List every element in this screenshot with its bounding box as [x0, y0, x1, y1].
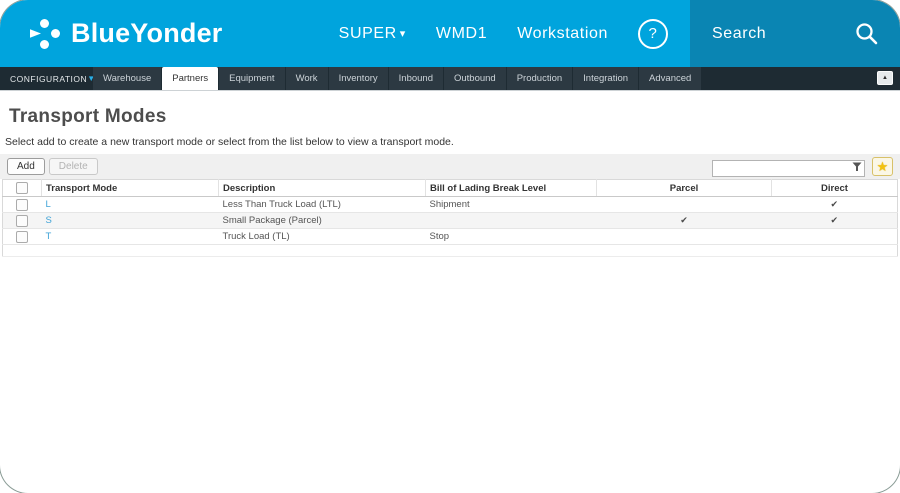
tab-partners[interactable]: Partners: [162, 67, 218, 90]
config-nav: CONFIGURATION ▼ WarehousePartnersEquipme…: [0, 67, 900, 91]
description-cell: Small Package (Parcel): [219, 213, 426, 229]
brand-name: BlueYonder: [71, 18, 223, 49]
filter-funnel-icon[interactable]: [852, 162, 862, 172]
workstation-menu[interactable]: Workstation: [517, 25, 608, 43]
environment-menu[interactable]: WMD1: [436, 25, 487, 43]
bol-break-level-cell: Shipment: [426, 197, 597, 213]
checkmark-icon: ✔: [680, 215, 688, 225]
row-checkbox-cell: [3, 197, 42, 213]
transport-mode-cell: T: [42, 229, 219, 245]
chevron-down-icon: ▾: [400, 28, 406, 40]
tab-production[interactable]: Production: [507, 67, 572, 90]
header-menu: SUPER▾ WMD1 Workstation ?: [339, 19, 668, 49]
grid-toolbar: Add Delete ★: [0, 154, 900, 179]
help-icon[interactable]: ?: [638, 19, 668, 49]
select-all-checkbox[interactable]: [16, 182, 28, 194]
col-bol-break-level: Bill of Lading Break Level: [426, 180, 597, 197]
row-checkbox-cell: [3, 213, 42, 229]
parcel-cell: [597, 197, 772, 213]
tab-advanced[interactable]: Advanced: [639, 67, 701, 90]
table-body: L Less Than Truck Load (LTL)Shipment ✔ S Sma…: [3, 197, 898, 245]
search-icon[interactable]: [855, 22, 878, 45]
tab-integration[interactable]: Integration: [573, 67, 638, 90]
module-select-label: CONFIGURATION: [10, 74, 87, 84]
col-transport-mode: Transport Mode: [42, 180, 219, 197]
table-footer-row: [3, 245, 898, 257]
page-title: Transport Modes: [9, 106, 900, 128]
page-subtitle: Select add to create a new transport mod…: [5, 136, 900, 148]
tab-outbound[interactable]: Outbound: [444, 67, 506, 90]
delete-button[interactable]: Delete: [49, 158, 98, 175]
star-icon: ★: [877, 160, 889, 173]
arrow-up-icon: ▲: [882, 75, 888, 81]
tab-inventory[interactable]: Inventory: [329, 67, 388, 90]
search-label: Search: [712, 25, 766, 43]
row-checkbox-cell: [3, 229, 42, 245]
brand[interactable]: BlueYonder: [30, 18, 223, 49]
transport-mode-link[interactable]: S: [46, 215, 52, 226]
table-row: S Small Package (Parcel) ✔ ✔: [3, 213, 898, 229]
module-select[interactable]: CONFIGURATION ▼: [0, 67, 93, 90]
transport-mode-link[interactable]: T: [46, 231, 52, 242]
collapse-nav-button[interactable]: ▲: [877, 71, 893, 85]
select-all-header: [3, 180, 42, 197]
row-checkbox[interactable]: [16, 231, 28, 243]
checkmark-icon: ✔: [830, 215, 838, 225]
transport-modes-table: Transport Mode Description Bill of Ladin…: [2, 179, 898, 257]
col-description: Description: [219, 180, 426, 197]
row-checkbox[interactable]: [16, 199, 28, 211]
favorite-button[interactable]: ★: [872, 157, 893, 176]
transport-mode-cell: L: [42, 197, 219, 213]
app-window: BlueYonder SUPER▾ WMD1 Workstation ? Sea…: [0, 0, 900, 493]
search-area[interactable]: Search: [690, 0, 900, 67]
direct-cell: [772, 229, 898, 245]
direct-cell: ✔: [772, 197, 898, 213]
col-parcel: Parcel: [597, 180, 772, 197]
transport-mode-link[interactable]: L: [46, 199, 51, 210]
nav-tabs: WarehousePartnersEquipmentWorkInventoryI…: [93, 67, 702, 90]
parcel-cell: ✔: [597, 213, 772, 229]
transport-mode-cell: S: [42, 213, 219, 229]
direct-cell: ✔: [772, 213, 898, 229]
app-header: BlueYonder SUPER▾ WMD1 Workstation ? Sea…: [0, 0, 900, 67]
parcel-cell: [597, 229, 772, 245]
blueyonder-logo-icon: [30, 19, 60, 49]
tab-inbound[interactable]: Inbound: [389, 67, 443, 90]
tab-equipment[interactable]: Equipment: [219, 67, 284, 90]
table-row: L Less Than Truck Load (LTL)Shipment ✔: [3, 197, 898, 213]
bol-break-level-cell: [426, 213, 597, 229]
checkmark-icon: ✔: [830, 199, 838, 209]
user-menu[interactable]: SUPER▾: [339, 25, 406, 43]
col-direct: Direct: [772, 180, 898, 197]
tab-work[interactable]: Work: [286, 67, 328, 90]
add-button[interactable]: Add: [7, 158, 45, 175]
table-row: T Truck Load (TL)Stop: [3, 229, 898, 245]
filter-field: [712, 158, 865, 175]
table-header-row: Transport Mode Description Bill of Ladin…: [3, 180, 898, 197]
tab-warehouse[interactable]: Warehouse: [93, 67, 161, 90]
description-cell: Truck Load (TL): [219, 229, 426, 245]
filter-input[interactable]: [712, 160, 865, 177]
header-main: BlueYonder SUPER▾ WMD1 Workstation ?: [0, 0, 690, 67]
main-content: Transport Modes Select add to create a n…: [0, 106, 900, 257]
bol-break-level-cell: Stop: [426, 229, 597, 245]
row-checkbox[interactable]: [16, 215, 28, 227]
description-cell: Less Than Truck Load (LTL): [219, 197, 426, 213]
